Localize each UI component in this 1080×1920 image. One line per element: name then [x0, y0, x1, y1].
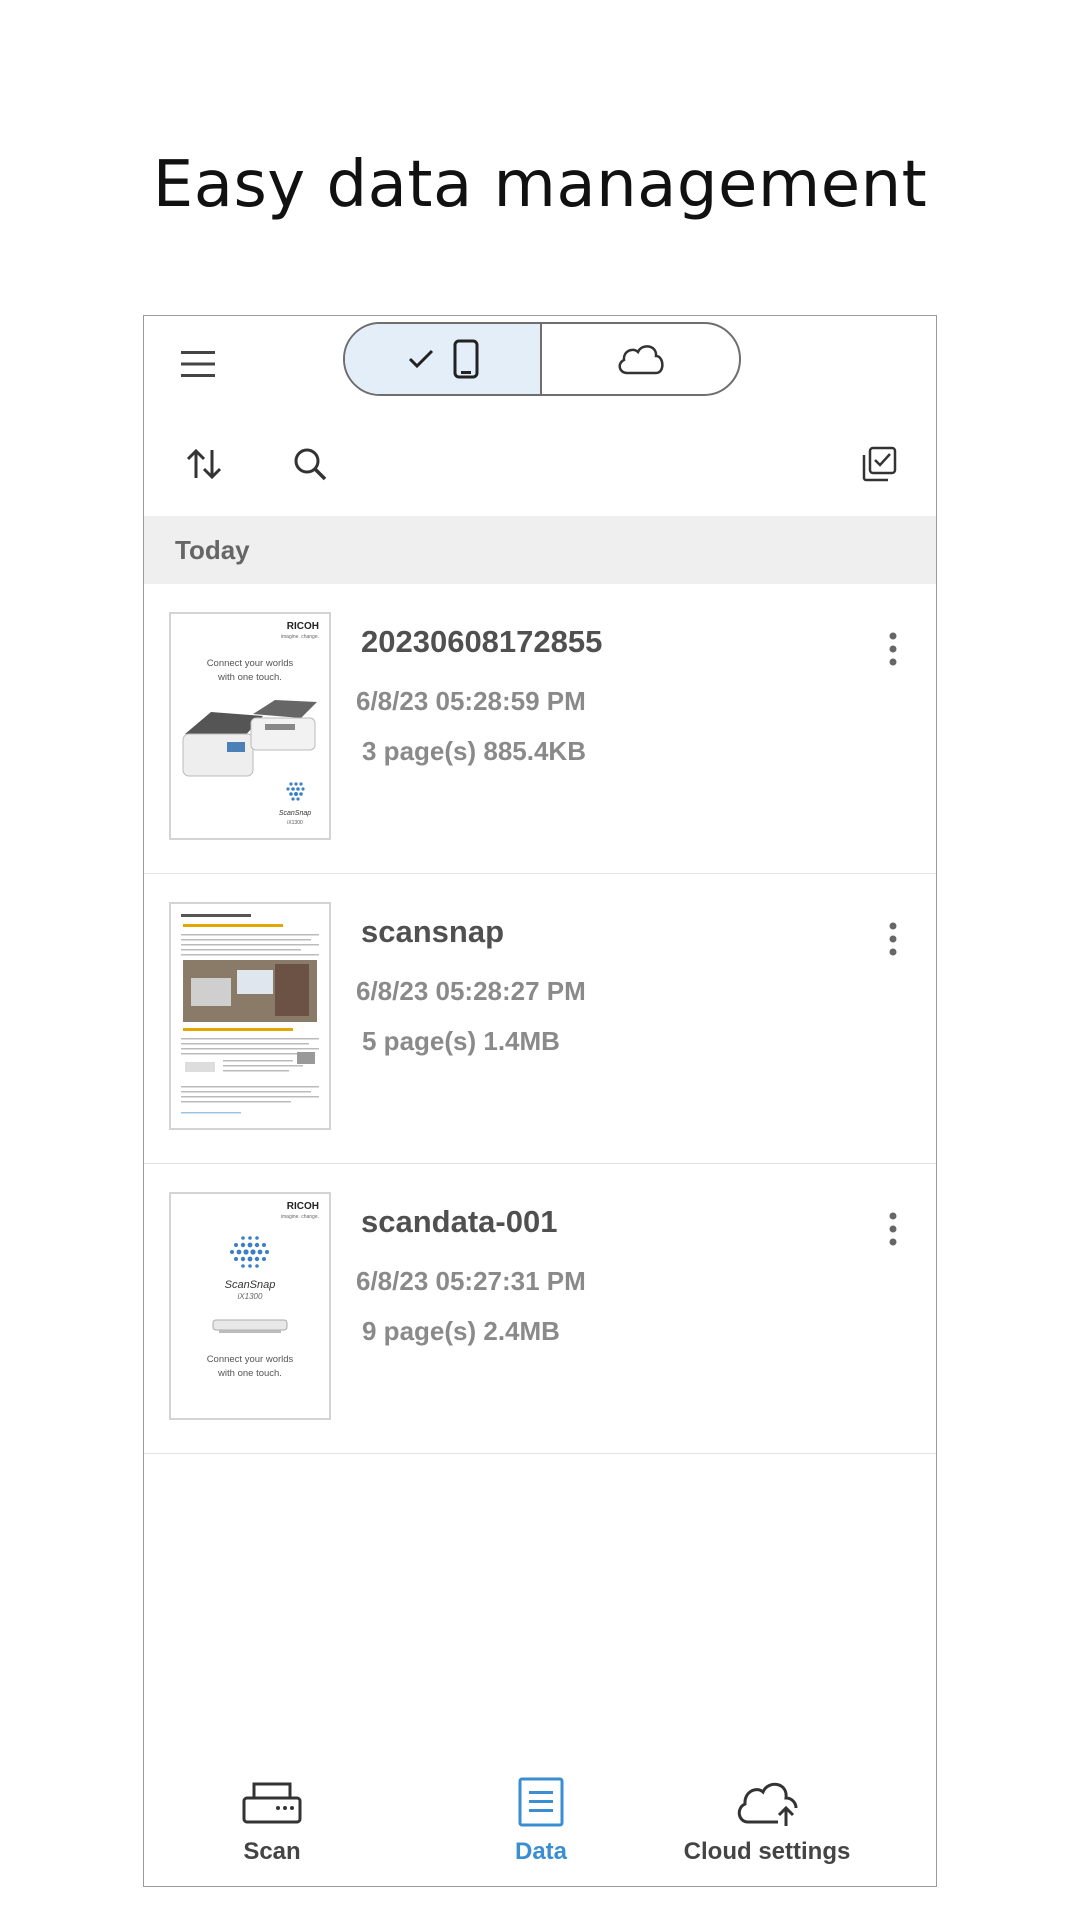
tab-scan[interactable]: Scan: [242, 1776, 302, 1866]
more-options-button[interactable]: [878, 624, 908, 674]
file-row[interactable]: RICOH imagine. change. ScanSnap iX1300 C…: [144, 1164, 936, 1454]
thumb-brand: RICOH: [287, 621, 319, 632]
tab-label: Cloud settings: [683, 1838, 851, 1865]
page-headline: Easy data management: [152, 148, 928, 222]
storage-segmented-control: [343, 322, 741, 396]
section-header-today: Today: [144, 516, 936, 584]
file-name: scandata-001: [361, 1204, 558, 1239]
thumb-tagline: imagine. change.: [281, 1214, 319, 1220]
file-size: 3 page(s) 885.4KB: [362, 736, 586, 766]
app-screen: Today RICOH imagine. change. Connect you…: [143, 315, 937, 1887]
thumb-line1: Connect your worlds: [207, 658, 294, 669]
sort-button[interactable]: [182, 442, 226, 486]
document-list-icon: [518, 1777, 564, 1827]
thumb-brand: RICOH: [287, 1201, 319, 1212]
checkmark-icon: [408, 349, 433, 369]
tab-data[interactable]: Data: [511, 1776, 571, 1866]
search-icon: [294, 448, 327, 481]
file-row[interactable]: RICOH imagine. change. Connect your worl…: [144, 584, 936, 874]
thumb-model: iX1300: [238, 1292, 263, 1301]
thumb-product: ScanSnap: [225, 1279, 276, 1291]
thumb-model: iX1300: [287, 820, 303, 826]
search-button[interactable]: [288, 442, 332, 486]
thumb-line1: Connect your worlds: [207, 1354, 294, 1365]
cloud-upload-icon: [737, 1782, 798, 1826]
file-date: 6/8/23 05:28:59 PM: [356, 686, 586, 716]
document-thumbnail: RICOH imagine. change. Connect your worl…: [169, 612, 331, 840]
file-date: 6/8/23 05:27:31 PM: [356, 1266, 586, 1296]
file-size: 9 page(s) 2.4MB: [362, 1316, 560, 1346]
thumb-tagline: imagine. change.: [281, 634, 319, 640]
bottom-tab-bar: Scan Data Cloud settings: [144, 1776, 936, 1886]
more-vertical-icon: [889, 922, 897, 956]
multi-select-icon: [862, 446, 897, 482]
segment-device[interactable]: [345, 324, 542, 394]
select-button[interactable]: [857, 442, 901, 486]
scanner-icon: [242, 1782, 302, 1824]
document-thumbnail: [169, 902, 331, 1130]
sort-arrows-icon: [186, 448, 222, 480]
smartphone-icon: [453, 339, 478, 379]
tab-label: Scan: [243, 1838, 301, 1865]
cloud-icon: [618, 345, 664, 375]
menu-button[interactable]: [178, 344, 218, 384]
tab-cloud-settings[interactable]: Cloud settings: [684, 1776, 850, 1866]
file-name: scansnap: [361, 914, 505, 949]
file-row[interactable]: scansnap 6/8/23 05:28:27 PM 5 page(s) 1.…: [144, 874, 936, 1164]
thumb-line2: with one touch.: [217, 672, 282, 683]
file-date: 6/8/23 05:28:27 PM: [356, 976, 586, 1006]
thumb-line2: with one touch.: [217, 1368, 282, 1379]
thumb-product: ScanSnap: [279, 810, 311, 817]
more-options-button[interactable]: [878, 1204, 908, 1254]
more-vertical-icon: [889, 632, 897, 666]
tab-label: Data: [514, 1838, 568, 1865]
segment-cloud[interactable]: [542, 324, 739, 394]
file-name: 20230608172855: [361, 624, 603, 659]
more-options-button[interactable]: [878, 914, 908, 964]
hamburger-menu-icon: [181, 351, 215, 377]
file-size: 5 page(s) 1.4MB: [362, 1026, 560, 1056]
section-title: Today: [175, 534, 250, 565]
more-vertical-icon: [889, 1212, 897, 1246]
document-thumbnail: RICOH imagine. change. ScanSnap iX1300 C…: [169, 1192, 331, 1420]
